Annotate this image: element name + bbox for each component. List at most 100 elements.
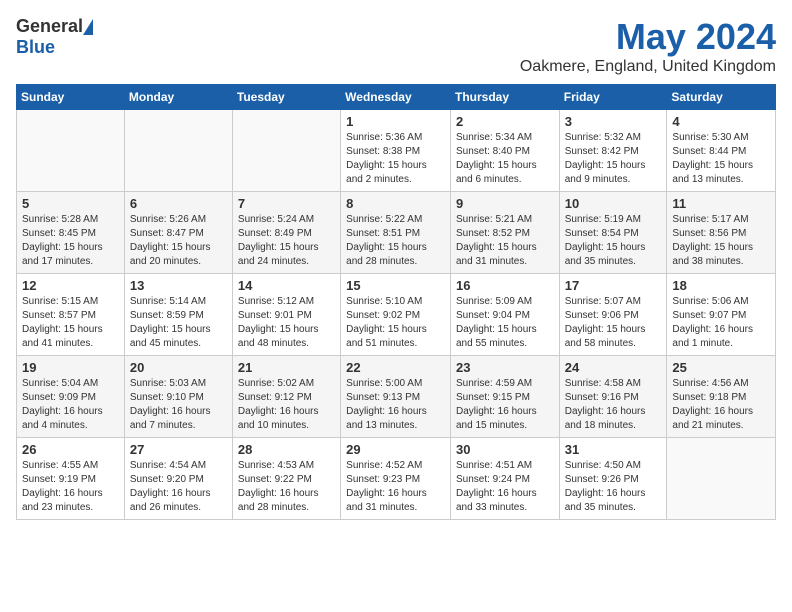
calendar-cell: 24 Sunrise: 4:58 AM Sunset: 9:16 PM Dayli… bbox=[559, 356, 667, 438]
day-number: 23 bbox=[456, 360, 554, 375]
day-number: 19 bbox=[22, 360, 119, 375]
logo: General Blue bbox=[16, 16, 93, 58]
calendar-body: 1Sunrise: 5:36 AM Sunset: 8:38 PM Daylig… bbox=[17, 110, 776, 520]
calendar-cell: 3 Sunrise: 5:32 AM Sunset: 8:42 PM Daylig… bbox=[559, 110, 667, 192]
day-number: 1 bbox=[346, 114, 445, 129]
calendar-cell: 25Sunrise: 4:56 AM Sunset: 9:18 PM Dayli… bbox=[667, 356, 776, 438]
day-info: Sunrise: 5:34 AM Sunset: 8:40 PM Dayligh… bbox=[456, 131, 554, 187]
day-number: 13 bbox=[130, 278, 227, 293]
page-header: General Blue May 2024 Oakmere, England, … bbox=[16, 16, 776, 76]
calendar-week-3: 12 Sunrise: 5:15 AM Sunset: 8:57 PM Dayli… bbox=[17, 274, 776, 356]
col-thursday: Thursday bbox=[450, 85, 559, 110]
day-info: Sunrise: 5:22 AM Sunset: 8:51 PM Dayligh… bbox=[346, 213, 445, 269]
day-number: 17 bbox=[565, 278, 662, 293]
day-info: Sunrise: 4:51 AM Sunset: 9:24 PM Dayligh… bbox=[456, 459, 554, 515]
day-number: 8 bbox=[346, 196, 445, 211]
calendar-cell: 14 Sunrise: 5:12 AM Sunset: 9:01 PM Dayli… bbox=[232, 274, 340, 356]
calendar-cell: 11Sunrise: 5:17 AM Sunset: 8:56 PM Dayli… bbox=[667, 192, 776, 274]
day-number: 10 bbox=[565, 196, 662, 211]
calendar-cell bbox=[124, 110, 232, 192]
day-info: Sunrise: 5:00 AM Sunset: 9:13 PM Dayligh… bbox=[346, 377, 445, 433]
day-info: Sunrise: 5:04 AM Sunset: 9:09 PM Dayligh… bbox=[22, 377, 119, 433]
calendar-cell: 13 Sunrise: 5:14 AM Sunset: 8:59 PM Dayli… bbox=[124, 274, 232, 356]
day-info: Sunrise: 4:50 AM Sunset: 9:26 PM Dayligh… bbox=[565, 459, 662, 515]
day-info: Sunrise: 5:14 AM Sunset: 8:59 PM Dayligh… bbox=[130, 295, 227, 351]
day-info: Sunrise: 4:56 AM Sunset: 9:18 PM Dayligh… bbox=[672, 377, 770, 433]
day-info: Sunrise: 5:32 AM Sunset: 8:42 PM Dayligh… bbox=[565, 131, 662, 187]
calendar-cell: 28Sunrise: 4:53 AM Sunset: 9:22 PM Dayli… bbox=[232, 438, 340, 520]
day-number: 18 bbox=[672, 278, 770, 293]
calendar-cell: 29 Sunrise: 4:52 AM Sunset: 9:23 PM Dayli… bbox=[341, 438, 451, 520]
day-info: Sunrise: 4:55 AM Sunset: 9:19 PM Dayligh… bbox=[22, 459, 119, 515]
day-number: 7 bbox=[238, 196, 335, 211]
day-info: Sunrise: 5:19 AM Sunset: 8:54 PM Dayligh… bbox=[565, 213, 662, 269]
day-number: 30 bbox=[456, 442, 554, 457]
col-wednesday: Wednesday bbox=[341, 85, 451, 110]
calendar-cell: 19 Sunrise: 5:04 AM Sunset: 9:09 PM Dayli… bbox=[17, 356, 125, 438]
calendar-cell: 2 Sunrise: 5:34 AM Sunset: 8:40 PM Daylig… bbox=[450, 110, 559, 192]
calendar-week-5: 26 Sunrise: 4:55 AM Sunset: 9:19 PM Dayli… bbox=[17, 438, 776, 520]
day-number: 24 bbox=[565, 360, 662, 375]
title-block: May 2024 Oakmere, England, United Kingdo… bbox=[520, 16, 776, 76]
calendar-cell: 26 Sunrise: 4:55 AM Sunset: 9:19 PM Dayli… bbox=[17, 438, 125, 520]
calendar-cell: 23 Sunrise: 4:59 AM Sunset: 9:15 PM Dayli… bbox=[450, 356, 559, 438]
calendar-cell: 30 Sunrise: 4:51 AM Sunset: 9:24 PM Dayli… bbox=[450, 438, 559, 520]
day-info: Sunrise: 5:03 AM Sunset: 9:10 PM Dayligh… bbox=[130, 377, 227, 433]
day-info: Sunrise: 5:07 AM Sunset: 9:06 PM Dayligh… bbox=[565, 295, 662, 351]
day-info: Sunrise: 5:09 AM Sunset: 9:04 PM Dayligh… bbox=[456, 295, 554, 351]
calendar-cell bbox=[667, 438, 776, 520]
calendar-week-4: 19 Sunrise: 5:04 AM Sunset: 9:09 PM Dayli… bbox=[17, 356, 776, 438]
calendar-cell: 31 Sunrise: 4:50 AM Sunset: 9:26 PM Dayli… bbox=[559, 438, 667, 520]
day-info: Sunrise: 5:28 AM Sunset: 8:45 PM Dayligh… bbox=[22, 213, 119, 269]
col-friday: Friday bbox=[559, 85, 667, 110]
col-saturday: Saturday bbox=[667, 85, 776, 110]
logo-triangle-icon bbox=[83, 19, 93, 35]
day-info: Sunrise: 5:02 AM Sunset: 9:12 PM Dayligh… bbox=[238, 377, 335, 433]
calendar-header: Sunday Monday Tuesday Wednesday Thursday… bbox=[17, 85, 776, 110]
day-info: Sunrise: 5:15 AM Sunset: 8:57 PM Dayligh… bbox=[22, 295, 119, 351]
calendar-cell: 10 Sunrise: 5:19 AM Sunset: 8:54 PM Dayli… bbox=[559, 192, 667, 274]
col-tuesday: Tuesday bbox=[232, 85, 340, 110]
day-info: Sunrise: 5:30 AM Sunset: 8:44 PM Dayligh… bbox=[672, 131, 770, 187]
day-number: 5 bbox=[22, 196, 119, 211]
day-number: 3 bbox=[565, 114, 662, 129]
calendar-week-1: 1Sunrise: 5:36 AM Sunset: 8:38 PM Daylig… bbox=[17, 110, 776, 192]
header-row: Sunday Monday Tuesday Wednesday Thursday… bbox=[17, 85, 776, 110]
calendar-cell: 1Sunrise: 5:36 AM Sunset: 8:38 PM Daylig… bbox=[341, 110, 451, 192]
day-info: Sunrise: 4:59 AM Sunset: 9:15 PM Dayligh… bbox=[456, 377, 554, 433]
day-number: 28 bbox=[238, 442, 335, 457]
day-number: 21 bbox=[238, 360, 335, 375]
day-info: Sunrise: 4:54 AM Sunset: 9:20 PM Dayligh… bbox=[130, 459, 227, 515]
day-number: 14 bbox=[238, 278, 335, 293]
day-number: 12 bbox=[22, 278, 119, 293]
day-info: Sunrise: 5:06 AM Sunset: 9:07 PM Dayligh… bbox=[672, 295, 770, 351]
calendar-cell bbox=[17, 110, 125, 192]
calendar-cell: 12 Sunrise: 5:15 AM Sunset: 8:57 PM Dayli… bbox=[17, 274, 125, 356]
day-number: 31 bbox=[565, 442, 662, 457]
day-number: 26 bbox=[22, 442, 119, 457]
day-number: 9 bbox=[456, 196, 554, 211]
calendar-cell: 17 Sunrise: 5:07 AM Sunset: 9:06 PM Dayli… bbox=[559, 274, 667, 356]
day-number: 29 bbox=[346, 442, 445, 457]
day-number: 6 bbox=[130, 196, 227, 211]
day-number: 4 bbox=[672, 114, 770, 129]
calendar-cell: 15Sunrise: 5:10 AM Sunset: 9:02 PM Dayli… bbox=[341, 274, 451, 356]
calendar-cell: 5 Sunrise: 5:28 AM Sunset: 8:45 PM Daylig… bbox=[17, 192, 125, 274]
month-title: May 2024 bbox=[520, 16, 776, 58]
location-text: Oakmere, England, United Kingdom bbox=[520, 58, 776, 76]
calendar-cell: 27Sunrise: 4:54 AM Sunset: 9:20 PM Dayli… bbox=[124, 438, 232, 520]
day-number: 22 bbox=[346, 360, 445, 375]
day-info: Sunrise: 4:52 AM Sunset: 9:23 PM Dayligh… bbox=[346, 459, 445, 515]
col-monday: Monday bbox=[124, 85, 232, 110]
day-info: Sunrise: 5:12 AM Sunset: 9:01 PM Dayligh… bbox=[238, 295, 335, 351]
day-info: Sunrise: 5:24 AM Sunset: 8:49 PM Dayligh… bbox=[238, 213, 335, 269]
day-info: Sunrise: 5:26 AM Sunset: 8:47 PM Dayligh… bbox=[130, 213, 227, 269]
calendar-cell: 20Sunrise: 5:03 AM Sunset: 9:10 PM Dayli… bbox=[124, 356, 232, 438]
calendar-table: Sunday Monday Tuesday Wednesday Thursday… bbox=[16, 84, 776, 520]
calendar-cell: 21 Sunrise: 5:02 AM Sunset: 9:12 PM Dayli… bbox=[232, 356, 340, 438]
day-info: Sunrise: 5:21 AM Sunset: 8:52 PM Dayligh… bbox=[456, 213, 554, 269]
day-number: 2 bbox=[456, 114, 554, 129]
day-info: Sunrise: 4:58 AM Sunset: 9:16 PM Dayligh… bbox=[565, 377, 662, 433]
day-number: 15 bbox=[346, 278, 445, 293]
day-number: 11 bbox=[672, 196, 770, 211]
